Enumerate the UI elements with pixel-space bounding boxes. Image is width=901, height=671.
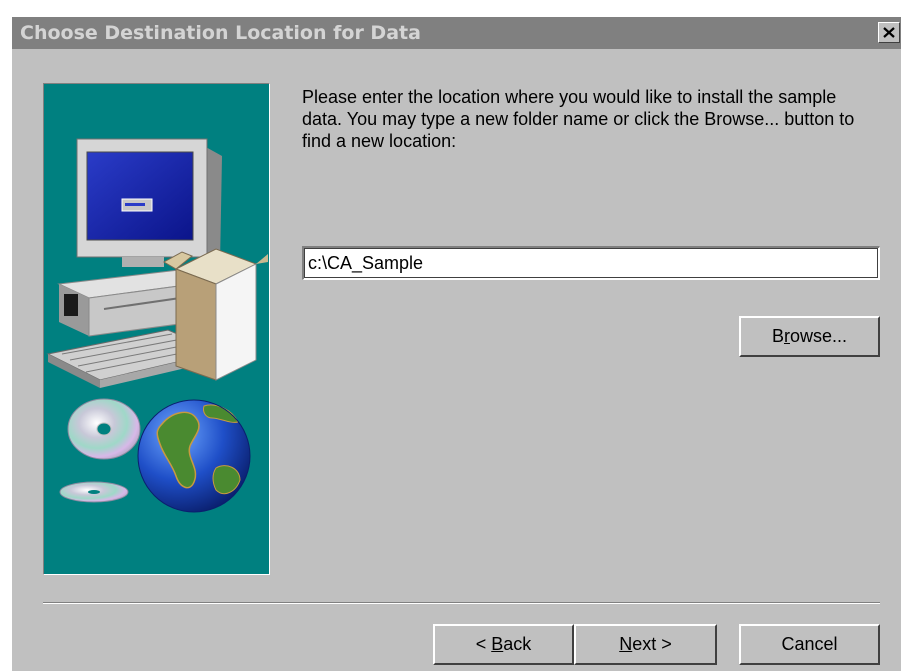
browse-label-suffix: owse... (789, 326, 848, 346)
software-box-icon (162, 248, 268, 381)
setup-dialog: Choose Destination Location for Data Ple… (10, 15, 901, 671)
next-label-suffix: ext > (632, 634, 672, 654)
wizard-illustration (43, 83, 270, 575)
cd-icon (59, 398, 141, 503)
illustration-art (46, 138, 268, 513)
title-bar[interactable]: Choose Destination Location for Data (12, 17, 901, 49)
next-button[interactable]: Next > (574, 624, 717, 665)
instructions-text: Please enter the location where you woul… (302, 87, 855, 151)
back-button[interactable]: < Back (433, 624, 574, 665)
button-separator (43, 602, 880, 604)
cancel-button[interactable]: Cancel (739, 624, 880, 665)
window-title: Choose Destination Location for Data (20, 22, 421, 44)
close-icon (883, 27, 895, 38)
next-label-mnemonic: N (619, 634, 633, 654)
back-label-suffix: ack (503, 634, 532, 654)
back-label-mnemonic: B (491, 634, 504, 654)
browse-button[interactable]: Br owse... (739, 316, 880, 357)
browse-label-prefix: B (771, 326, 784, 346)
close-button[interactable] (878, 22, 900, 43)
destination-path-input[interactable] (302, 246, 880, 280)
back-label-prefix: < (475, 634, 492, 654)
globe-icon (137, 399, 251, 513)
